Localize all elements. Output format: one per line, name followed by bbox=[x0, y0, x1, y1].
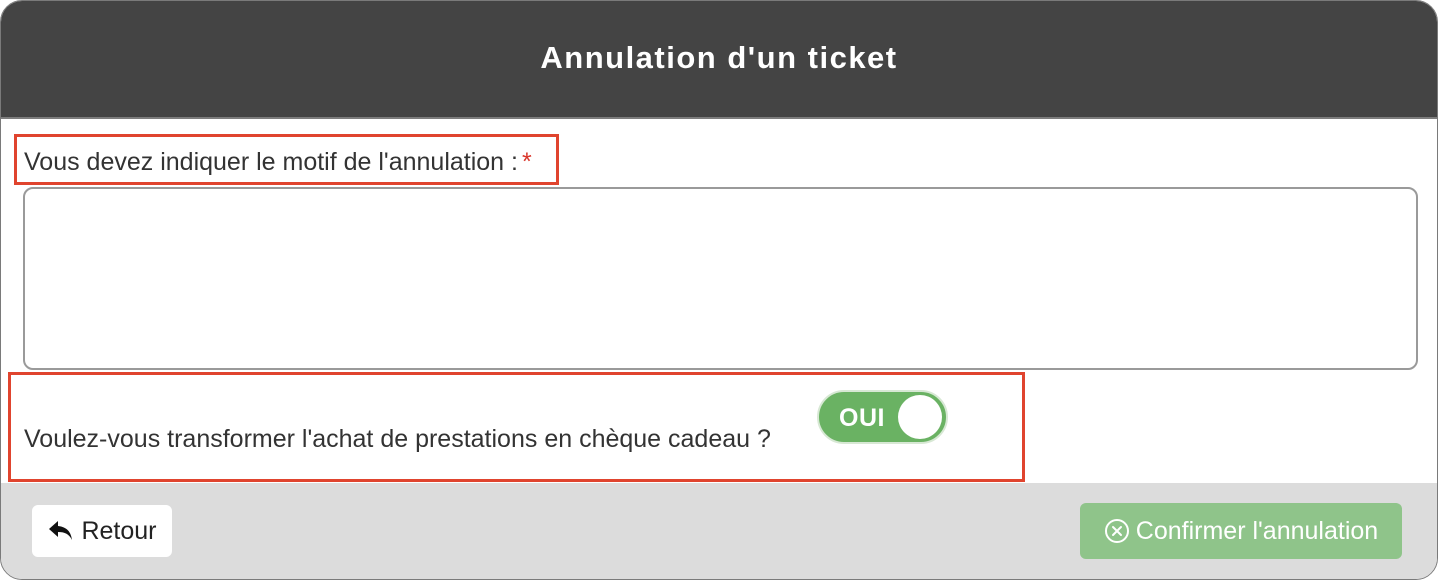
toggle-label: OUI bbox=[839, 404, 885, 432]
back-button-label: Retour bbox=[81, 516, 157, 545]
dialog-title: Annulation d'un ticket bbox=[540, 40, 898, 75]
toggle-knob bbox=[898, 395, 942, 439]
confirm-button-label: Confirmer l'annulation bbox=[1135, 516, 1379, 545]
cancel-ticket-dialog: Annulation d'un ticket Vous devez indiqu… bbox=[0, 0, 1438, 580]
back-button[interactable]: Retour bbox=[32, 505, 172, 557]
reply-arrow-icon bbox=[49, 521, 73, 540]
motif-textarea[interactable] bbox=[23, 187, 1418, 370]
cheque-question-label: Voulez-vous transformer l'achat de prest… bbox=[24, 425, 771, 453]
confirm-cancellation-button[interactable]: Confirmer l'annulation bbox=[1080, 503, 1402, 559]
circle-x-icon bbox=[1104, 519, 1129, 543]
cheque-toggle[interactable]: OUI bbox=[817, 390, 948, 444]
dialog-header: Annulation d'un ticket bbox=[1, 1, 1437, 119]
motif-label: Vous devez indiquer le motif de l'annula… bbox=[24, 148, 532, 177]
dialog-footer: Retour Confirmer l'annulation bbox=[1, 483, 1437, 579]
required-marker: * bbox=[521, 148, 532, 176]
motif-label-text: Vous devez indiquer le motif de l'annula… bbox=[24, 148, 518, 176]
